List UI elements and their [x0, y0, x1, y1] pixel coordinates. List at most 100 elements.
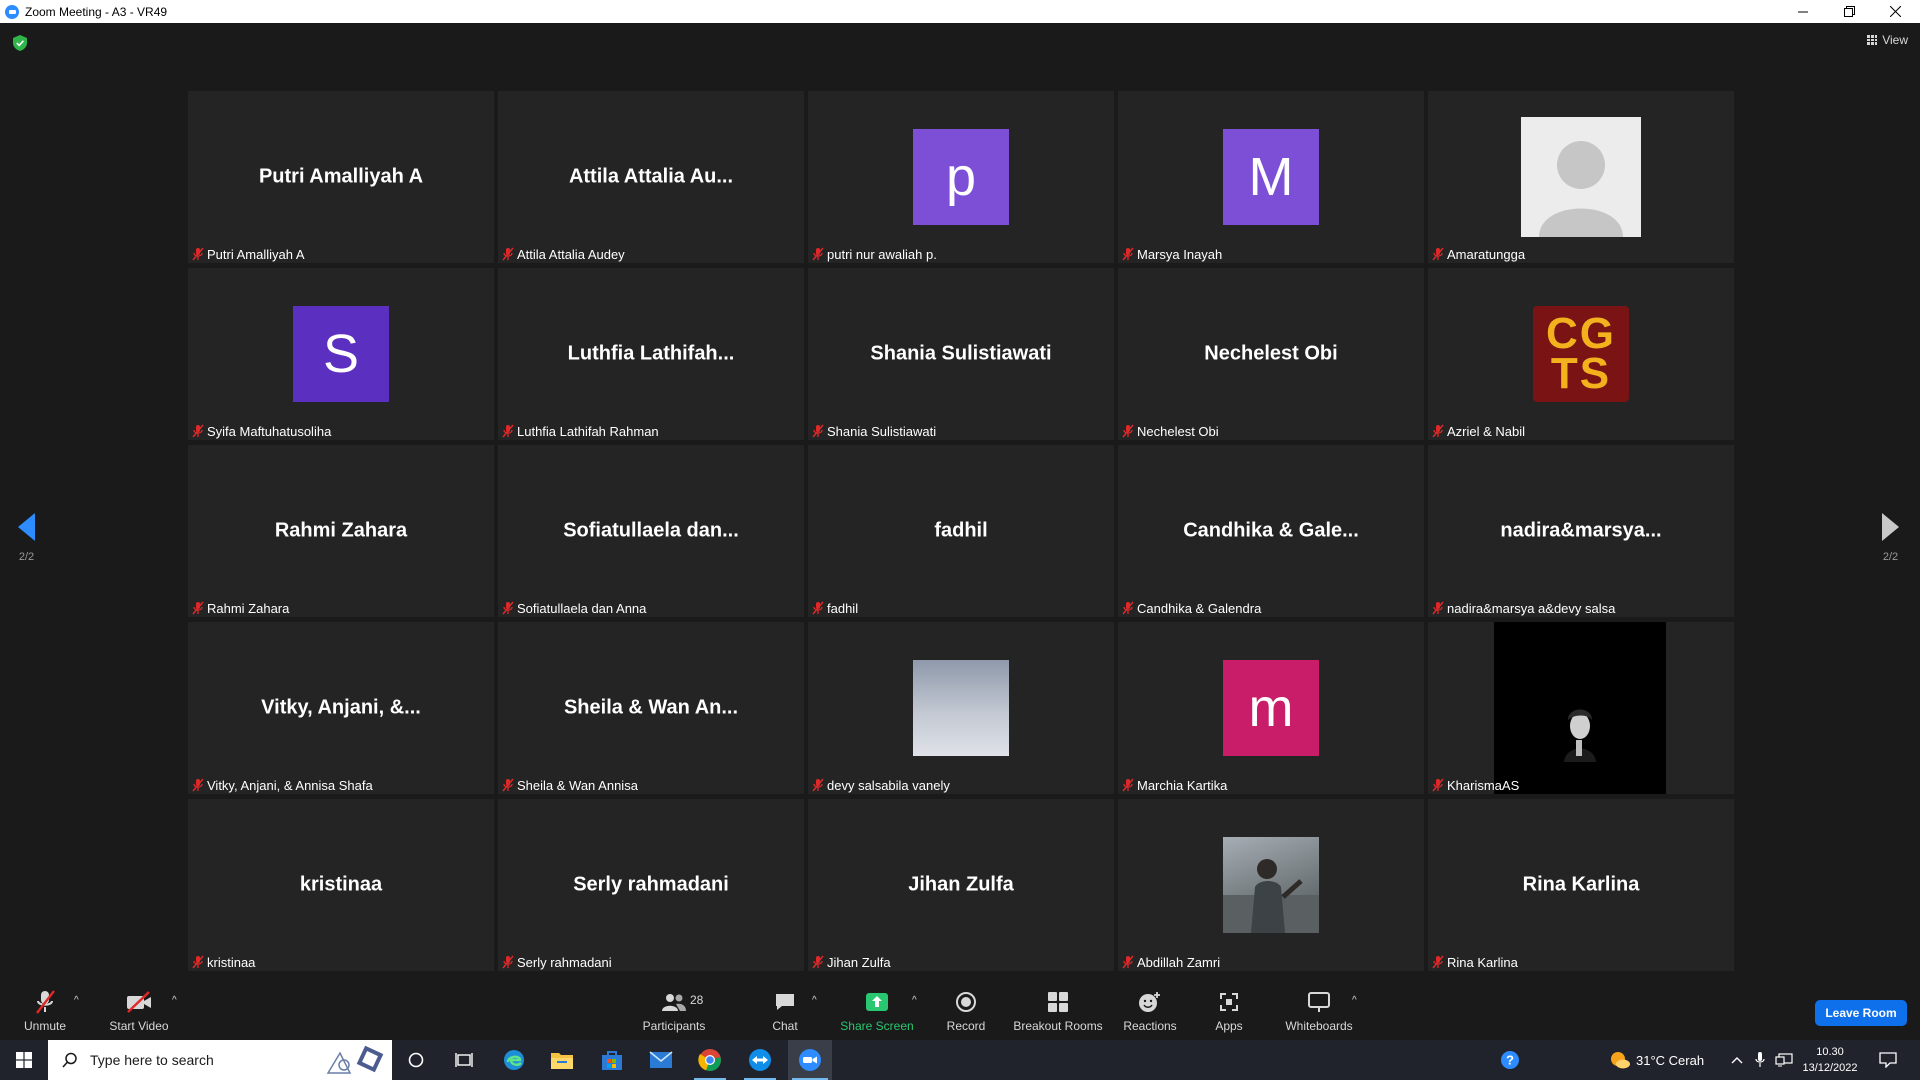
page-indicator-right: 2/2 [1882, 551, 1899, 563]
apps-label: Apps [1215, 1019, 1243, 1033]
participant-avatar: S [293, 306, 389, 402]
participant-display-name: Jihan Zulfa [908, 873, 1014, 896]
participant-tile[interactable]: Attila Attalia Au... Attila Attalia Audey [498, 91, 804, 263]
participant-name-label: Serly rahmadani [502, 953, 616, 971]
next-page-button[interactable]: 2/2 [1882, 513, 1899, 563]
participant-tile[interactable]: Sofiatullaela dan... Sofiatullaela dan An… [498, 445, 804, 617]
participant-tile[interactable]: Rina Karlina Rina Karlina [1428, 799, 1734, 971]
security-shield-icon[interactable] [13, 35, 27, 51]
taskbar-mail[interactable] [641, 1040, 681, 1080]
participant-tile[interactable]: Rahmi Zahara Rahmi Zahara [188, 445, 494, 617]
participant-tile[interactable]: Putri Amalliyah A Putri Amalliyah A [188, 91, 494, 263]
reactions-button[interactable]: Reactions [1122, 980, 1178, 1040]
apps-button[interactable]: Apps [1210, 980, 1248, 1040]
taskbar-teamviewer[interactable] [740, 1040, 780, 1080]
muted-mic-icon [812, 424, 824, 438]
weather-tray-icon[interactable] [1608, 1040, 1632, 1080]
reactions-label: Reactions [1123, 1019, 1177, 1033]
participant-name: Abdillah Zamri [1137, 954, 1221, 970]
notifications-button[interactable] [1870, 1040, 1906, 1080]
participant-tile[interactable]: Nechelest Obi Nechelest Obi [1118, 268, 1424, 440]
arrow-left-icon [18, 513, 35, 541]
participants-button[interactable]: Participants [640, 980, 708, 1040]
participant-tile[interactable]: fadhil fadhil [808, 445, 1114, 617]
participant-tile[interactable]: devy salsabila vanely [808, 622, 1114, 794]
participant-name-label: Nechelest Obi [1122, 422, 1223, 440]
taskbar-store[interactable] [592, 1040, 632, 1080]
participant-display-name: kristinaa [299, 873, 383, 896]
participant-name: Marsya Inayah [1137, 246, 1223, 262]
participant-tile[interactable]: kristinaa kristinaa [188, 799, 494, 971]
participant-display-name: Putri Amalliyah A [258, 165, 424, 188]
unmute-button[interactable]: Unmute [20, 980, 70, 1040]
participant-tile[interactable]: KharismaAS [1428, 622, 1734, 794]
leave-room-button[interactable]: Leave Room [1815, 1000, 1907, 1026]
store-bag-icon [602, 1051, 622, 1070]
taskbar-search-box[interactable]: Type here to search [48, 1040, 392, 1080]
participant-name: fadhil [827, 600, 859, 616]
share-screen-button[interactable]: Share Screen [840, 980, 914, 1040]
participant-display-name: Candhika & Gale... [1183, 519, 1359, 542]
search-icon [62, 1052, 77, 1068]
muted-mic-icon [192, 247, 204, 261]
apps-icon [1218, 988, 1240, 1016]
participant-name: Azriel & Nabil [1447, 423, 1526, 439]
chat-button[interactable]: Chat [765, 980, 805, 1040]
muted-mic-icon [1432, 955, 1444, 969]
task-view-button[interactable] [444, 1040, 484, 1080]
taskbar-edge[interactable] [494, 1040, 534, 1080]
breakout-rooms-label: Breakout Rooms [1013, 1019, 1103, 1033]
participant-avatar: p [913, 129, 1009, 225]
participant-tile[interactable]: Candhika & Gale... Candhika & Galendra [1118, 445, 1424, 617]
audio-options-caret[interactable]: ^ [74, 995, 79, 1006]
muted-mic-icon [1432, 778, 1444, 792]
participant-display-name: Luthfia Lathifah... [567, 342, 735, 365]
video-options-caret[interactable]: ^ [172, 995, 177, 1006]
restore-button[interactable] [1826, 0, 1872, 23]
participant-tile[interactable]: M Marsya Inayah [1118, 91, 1424, 263]
participant-name-label: Rahmi Zahara [192, 599, 293, 617]
participant-tile[interactable]: Luthfia Lathifah... Luthfia Lathifah Rahm… [498, 268, 804, 440]
participant-tile[interactable]: S Syifa Maftuhatusoliha [188, 268, 494, 440]
participant-tile[interactable]: Sheila & Wan An... Sheila & Wan Annisa [498, 622, 804, 794]
start-button[interactable] [0, 1040, 48, 1080]
whiteboard-icon [1307, 988, 1331, 1016]
minimize-icon [1798, 11, 1808, 12]
zoom-app-icon [799, 1049, 821, 1071]
participant-tile[interactable]: Vitky, Anjani, &... Vitky, Anjani, & Anni… [188, 622, 494, 794]
whiteboards-button[interactable]: Whiteboards [1282, 980, 1356, 1040]
page-indicator-left: 2/2 [18, 551, 35, 563]
breakout-rooms-icon [1047, 988, 1069, 1016]
participant-tile[interactable]: Serly rahmadani Serly rahmadani [498, 799, 804, 971]
minimize-button[interactable] [1780, 0, 1826, 23]
participant-tile[interactable]: Shania Sulistiawati Shania Sulistiawati [808, 268, 1114, 440]
previous-page-button[interactable]: 2/2 [18, 513, 35, 563]
breakout-rooms-button[interactable]: Breakout Rooms [1012, 980, 1104, 1040]
record-button[interactable]: Record [940, 980, 992, 1040]
participant-tile[interactable]: m Marchia Kartika [1118, 622, 1424, 794]
participant-tile[interactable]: Abdillah Zamri [1118, 799, 1424, 971]
whiteboards-options-caret[interactable]: ^ [1352, 995, 1357, 1006]
taskbar-file-explorer[interactable] [542, 1040, 582, 1080]
start-video-button[interactable]: Start Video [106, 980, 172, 1040]
participant-tile[interactable]: Amaratungga [1428, 91, 1734, 263]
share-options-caret[interactable]: ^ [912, 995, 917, 1006]
participant-tile[interactable]: p putri nur awaliah p. [808, 91, 1114, 263]
network-tray-icon[interactable] [1772, 1040, 1796, 1080]
participant-tile[interactable]: Jihan Zulfa Jihan Zulfa [808, 799, 1114, 971]
view-button[interactable]: View [1867, 33, 1908, 47]
cortana-button[interactable] [396, 1040, 436, 1080]
participant-name-label: KharismaAS [1432, 776, 1523, 794]
taskbar-clock[interactable]: 10.30 13/12/2022 [1800, 1044, 1860, 1076]
taskbar-chrome[interactable] [690, 1040, 730, 1080]
muted-mic-icon [1122, 247, 1134, 261]
show-hidden-icons-button[interactable] [1726, 1040, 1748, 1080]
taskbar-zoom[interactable] [788, 1040, 832, 1080]
close-window-button[interactable] [1872, 0, 1918, 23]
weather-widget[interactable]: 31°C Cerah [1636, 1040, 1726, 1080]
chat-options-caret[interactable]: ^ [812, 995, 817, 1006]
participant-tile[interactable]: CG TS Azriel & Nabil [1428, 268, 1734, 440]
help-tray-button[interactable]: ? [1494, 1040, 1526, 1080]
microphone-tray-icon[interactable] [1750, 1040, 1770, 1080]
participant-tile[interactable]: nadira&marsya... nadira&marsya a&devy sal… [1428, 445, 1734, 617]
